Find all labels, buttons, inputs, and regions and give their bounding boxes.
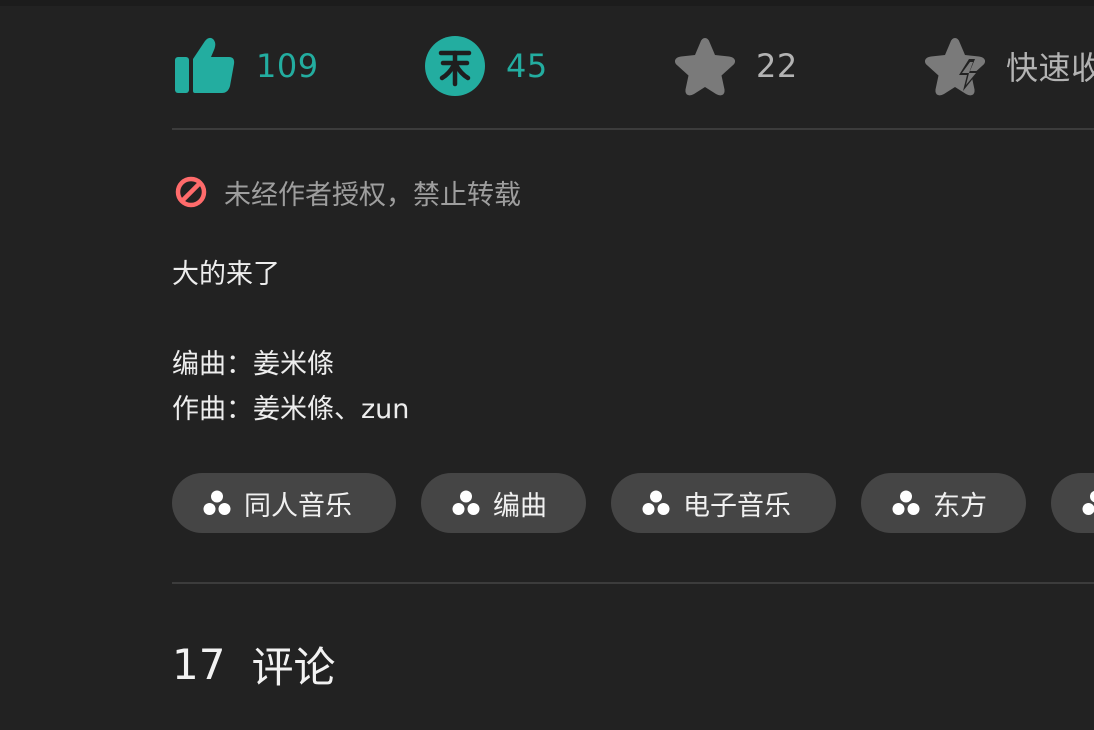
lightning-star-icon (922, 33, 988, 99)
video-detail-page: 109 45 22 快速收 未经作者授权，禁止转载 大的来了 编曲：姜米條 作曲… (0, 0, 1094, 730)
description-line: 作曲：姜米條、zun (172, 394, 410, 425)
tag-label: 东方 (933, 490, 987, 522)
coin-button[interactable]: 45 (422, 30, 548, 102)
channel-icon (641, 488, 671, 518)
comments-title: 评论 (251, 642, 336, 692)
channel-icon (891, 488, 921, 518)
divider (172, 582, 1094, 584)
no-repost-icon (174, 175, 208, 209)
video-description: 大的来了 编曲：姜米條 作曲：姜米條、zun (172, 252, 1072, 432)
tag-item[interactable] (1051, 473, 1094, 533)
copyright-notice: 未经作者授权，禁止转载 (174, 170, 521, 214)
thumbs-up-icon (172, 33, 238, 99)
quick-favorite-button[interactable]: 快速收 (922, 30, 1094, 102)
header-strip (0, 0, 1094, 6)
description-line: 大的来了 (172, 259, 280, 290)
tag-list: 同人音乐 编曲 电子音乐 东方 (172, 473, 1094, 533)
channel-icon (202, 488, 232, 518)
channel-icon (1081, 488, 1094, 518)
coin-count: 45 (506, 47, 548, 85)
favorite-count: 22 (756, 47, 798, 85)
quick-favorite-label: 快速收 (1006, 49, 1094, 87)
like-count: 109 (256, 47, 319, 85)
channel-icon (451, 488, 481, 518)
tag-label: 电子音乐 (683, 490, 791, 522)
tag-item[interactable]: 同人音乐 (172, 473, 396, 533)
tag-label: 编曲 (493, 490, 547, 522)
favorite-button[interactable]: 22 (672, 30, 798, 102)
star-icon (672, 33, 738, 99)
action-bar: 109 45 22 快速收 (172, 30, 1094, 102)
divider (172, 128, 1094, 130)
coin-icon (422, 33, 488, 99)
description-line: 编曲：姜米條 (172, 349, 334, 380)
comments-header: 17 评论 (172, 632, 335, 696)
copyright-text: 未经作者授权，禁止转载 (224, 179, 521, 211)
tag-item[interactable]: 编曲 (421, 473, 586, 533)
tag-label: 同人音乐 (244, 490, 352, 522)
comment-count: 17 (172, 639, 226, 689)
like-button[interactable]: 109 (172, 30, 319, 102)
tag-item[interactable]: 电子音乐 (611, 473, 836, 533)
tag-item[interactable]: 东方 (861, 473, 1026, 533)
